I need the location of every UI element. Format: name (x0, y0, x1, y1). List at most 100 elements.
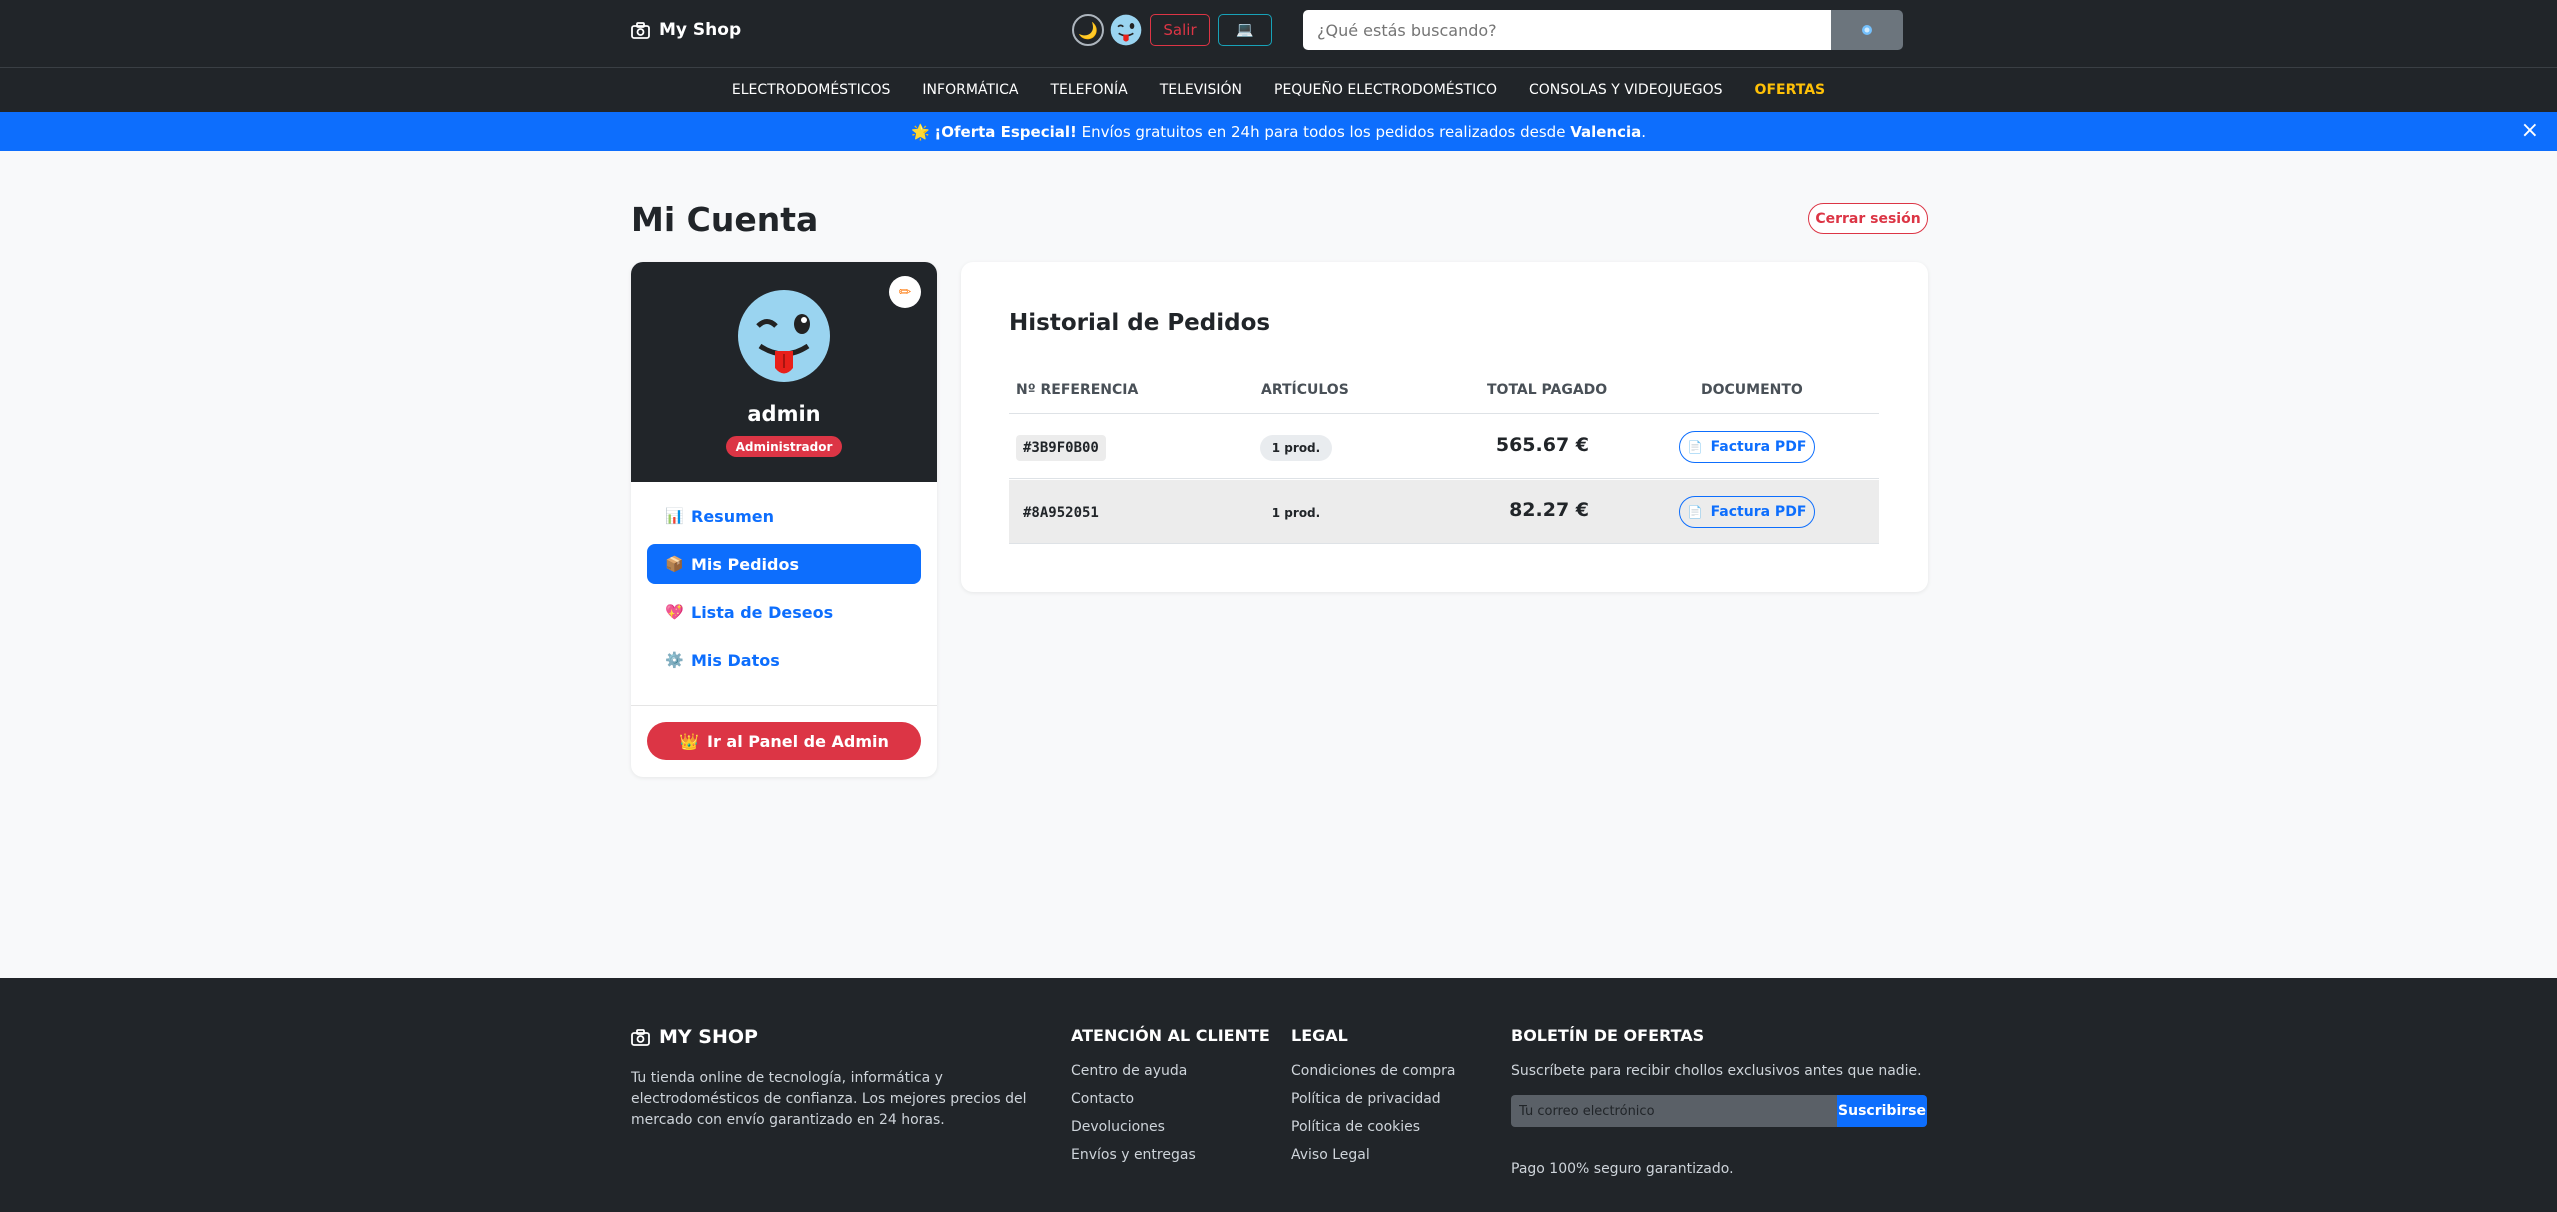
heart-icon: 💖 (665, 603, 684, 621)
document-icon: 📄 (1687, 440, 1703, 454)
nav-item-pequeno-electrodomestico[interactable]: PEQUEÑO ELECTRODOMÉSTICO (1274, 82, 1497, 98)
table-row: #3B9F0B00 1 prod. 565.67 € 📄 Factura PDF (1009, 415, 1879, 479)
divider (631, 705, 937, 706)
winking-face-icon (1110, 14, 1142, 46)
profile-avatar (738, 290, 830, 382)
subscribe-button[interactable]: Suscribirse (1837, 1095, 1927, 1127)
items-count: 1 prod. (1260, 435, 1332, 461)
link-returns[interactable]: Devoluciones (1071, 1119, 1270, 1135)
newsletter-form: Suscribirse (1511, 1095, 1931, 1127)
header-items: ARTÍCULOS (1261, 382, 1349, 398)
search-button[interactable] (1831, 10, 1903, 50)
email-field[interactable] (1511, 1095, 1837, 1127)
camera-icon (631, 1028, 650, 1046)
user-avatar-button[interactable] (1110, 14, 1142, 46)
pencil-icon: ✏ (898, 283, 912, 301)
logout-button[interactable]: Salir (1150, 14, 1210, 46)
menu-label: Mis Pedidos (691, 554, 799, 574)
order-reference: #3B9F0B00 (1016, 435, 1106, 461)
sign-out-button[interactable]: Cerrar sesión (1808, 203, 1928, 234)
header-document: DOCUMENTO (1701, 382, 1803, 398)
link-privacy[interactable]: Política de privacidad (1291, 1091, 1455, 1107)
menu-label: Resumen (691, 506, 774, 526)
promo-bold: ¡Oferta Especial! (934, 122, 1077, 141)
dark-mode-toggle[interactable]: 🌙 (1072, 14, 1104, 46)
table-header: Nº REFERENCIA ARTÍCULOS TOTAL PAGADO DOC… (1009, 370, 1879, 414)
crown-icon: 👑 (679, 731, 699, 751)
moon-icon: 🌙 (1078, 20, 1098, 40)
menu-item-mis-datos[interactable]: ⚙️ Mis Datos (647, 640, 921, 680)
invoice-pdf-button[interactable]: 📄 Factura PDF (1679, 431, 1815, 463)
profile-sidebar: ✏ admin Administrador 📊 Resumen 📦 Mis Pedi… (631, 262, 937, 777)
legal-column: LEGAL Condiciones de compra Política de … (1291, 1026, 1455, 1175)
admin-panel-button[interactable]: 👑 Ir al Panel de Admin (647, 722, 921, 760)
gear-icon: ⚙️ (665, 651, 684, 669)
nav-item-informatica[interactable]: INFORMÁTICA (922, 82, 1018, 98)
pdf-label: Factura PDF (1710, 439, 1807, 455)
username: admin (747, 402, 821, 426)
account-menu: 📊 Resumen 📦 Mis Pedidos 💖 Lista de Deseos ⚙… (647, 496, 921, 688)
menu-item-lista-deseos[interactable]: 💖 Lista de Deseos (647, 592, 921, 632)
monitor-button[interactable]: 💻 (1218, 14, 1272, 46)
search-input[interactable] (1303, 10, 1831, 50)
link-help-center[interactable]: Centro de ayuda (1071, 1063, 1270, 1079)
table-row: #8A952051 1 prod. 82.27 € 📄 Factura PDF (1009, 480, 1879, 544)
link-contact[interactable]: Contacto (1071, 1091, 1270, 1107)
promo-banner: 🌟 ¡Oferta Especial! Envíos gratuitos en … (0, 112, 2557, 151)
nav-item-telefonia[interactable]: TELEFONÍA (1050, 82, 1127, 98)
orders-title: Historial de Pedidos (1009, 310, 1271, 336)
top-header: My Shop 🌙 Salir 💻 (0, 0, 2557, 68)
nav-item-ofertas[interactable]: OFERTAS (1755, 82, 1826, 98)
menu-item-mis-pedidos[interactable]: 📦 Mis Pedidos (647, 544, 921, 584)
menu-label: Lista de Deseos (691, 602, 834, 622)
orders-card: Historial de Pedidos Nº REFERENCIA ARTÍC… (961, 262, 1928, 592)
site-footer: MY SHOP Tu tienda online de tecnología, … (0, 978, 2557, 1212)
camera-icon (631, 21, 650, 39)
profile-header: ✏ admin Administrador (631, 262, 937, 482)
newsletter: BOLETÍN DE OFERTAS Suscríbete para recib… (1511, 1026, 1931, 1177)
admin-label: Ir al Panel de Admin (707, 731, 889, 751)
legal-title: LEGAL (1291, 1026, 1348, 1045)
link-terms[interactable]: Condiciones de compra (1291, 1063, 1455, 1079)
link-legal-notice[interactable]: Aviso Legal (1291, 1147, 1455, 1163)
edit-profile-button[interactable]: ✏ (889, 276, 921, 308)
newsletter-title: BOLETÍN DE OFERTAS (1511, 1026, 1705, 1045)
close-icon[interactable]: × (2521, 120, 2539, 142)
header-total: TOTAL PAGADO (1487, 382, 1608, 398)
monitor-icon: 💻 (1236, 22, 1254, 38)
footer-brand-name: MY SHOP (659, 1026, 758, 1048)
support-column: ATENCIÓN AL CLIENTE Centro de ayuda Cont… (1071, 1026, 1270, 1175)
page-title: Mi Cuenta (631, 200, 819, 239)
menu-item-resumen[interactable]: 📊 Resumen (647, 496, 921, 536)
link-cookies[interactable]: Política de cookies (1291, 1119, 1455, 1135)
promo-text: Envíos gratuitos en 24h para todos los p… (1076, 122, 1571, 141)
newsletter-text: Suscríbete para recibir chollos exclusiv… (1511, 1063, 1922, 1079)
nav-item-consolas[interactable]: CONSOLAS Y VIDEOJUEGOS (1529, 82, 1723, 98)
footer-description: Tu tienda online de tecnología, informát… (631, 1070, 1027, 1128)
secure-payment-text: Pago 100% seguro garantizado. (1511, 1161, 1734, 1177)
category-nav: ELECTRODOMÉSTICOS INFORMÁTICA TELEFONÍA … (0, 68, 2557, 112)
package-icon: 📦 (665, 555, 684, 573)
footer-brand: MY SHOP (631, 1026, 758, 1048)
search-icon (1862, 25, 1872, 35)
support-title: ATENCIÓN AL CLIENTE (1071, 1026, 1270, 1045)
order-total: 565.67 € (1495, 434, 1589, 456)
search-bar (1303, 10, 1903, 50)
promo-city: Valencia (1570, 122, 1642, 141)
invoice-pdf-button[interactable]: 📄 Factura PDF (1679, 496, 1815, 528)
header-reference: Nº REFERENCIA (1016, 382, 1139, 398)
menu-label: Mis Datos (691, 650, 780, 670)
document-icon: 📄 (1687, 505, 1703, 519)
nav-item-television[interactable]: TELEVISIÓN (1160, 82, 1242, 98)
items-count: 1 prod. (1271, 506, 1321, 520)
order-reference: #8A952051 (1023, 505, 1099, 521)
order-total: 82.27 € (1509, 499, 1589, 521)
star-icon: 🌟 (910, 122, 930, 141)
link-shipping[interactable]: Envíos y entregas (1071, 1147, 1270, 1163)
promo-end: . (1641, 122, 1647, 141)
nav-item-electrodomesticos[interactable]: ELECTRODOMÉSTICOS (732, 82, 891, 98)
brand-logo[interactable]: My Shop (631, 18, 741, 42)
pdf-label: Factura PDF (1710, 504, 1807, 520)
brand-name: My Shop (659, 20, 742, 40)
role-badge: Administrador (726, 436, 842, 457)
